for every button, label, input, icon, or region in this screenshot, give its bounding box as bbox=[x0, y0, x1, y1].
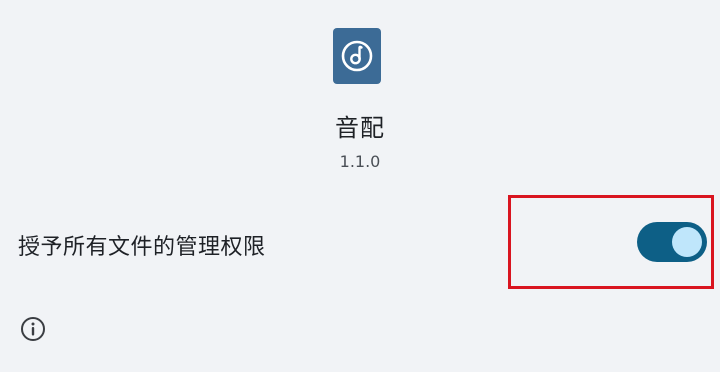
permission-label: 授予所有文件的管理权限 bbox=[18, 235, 266, 260]
info-icon[interactable] bbox=[20, 316, 46, 342]
music-note-logo-icon bbox=[341, 40, 373, 72]
app-version: 1.1.0 bbox=[339, 152, 381, 171]
all-files-access-row[interactable]: 授予所有文件的管理权限 bbox=[0, 195, 720, 291]
all-files-access-toggle[interactable] bbox=[637, 222, 707, 262]
toggle-thumb bbox=[672, 227, 702, 257]
app-name: 音配 bbox=[335, 114, 385, 142]
app-logo-icon bbox=[333, 28, 381, 84]
app-permission-screen: 音配 1.1.0 授予所有文件的管理权限 bbox=[0, 0, 720, 372]
